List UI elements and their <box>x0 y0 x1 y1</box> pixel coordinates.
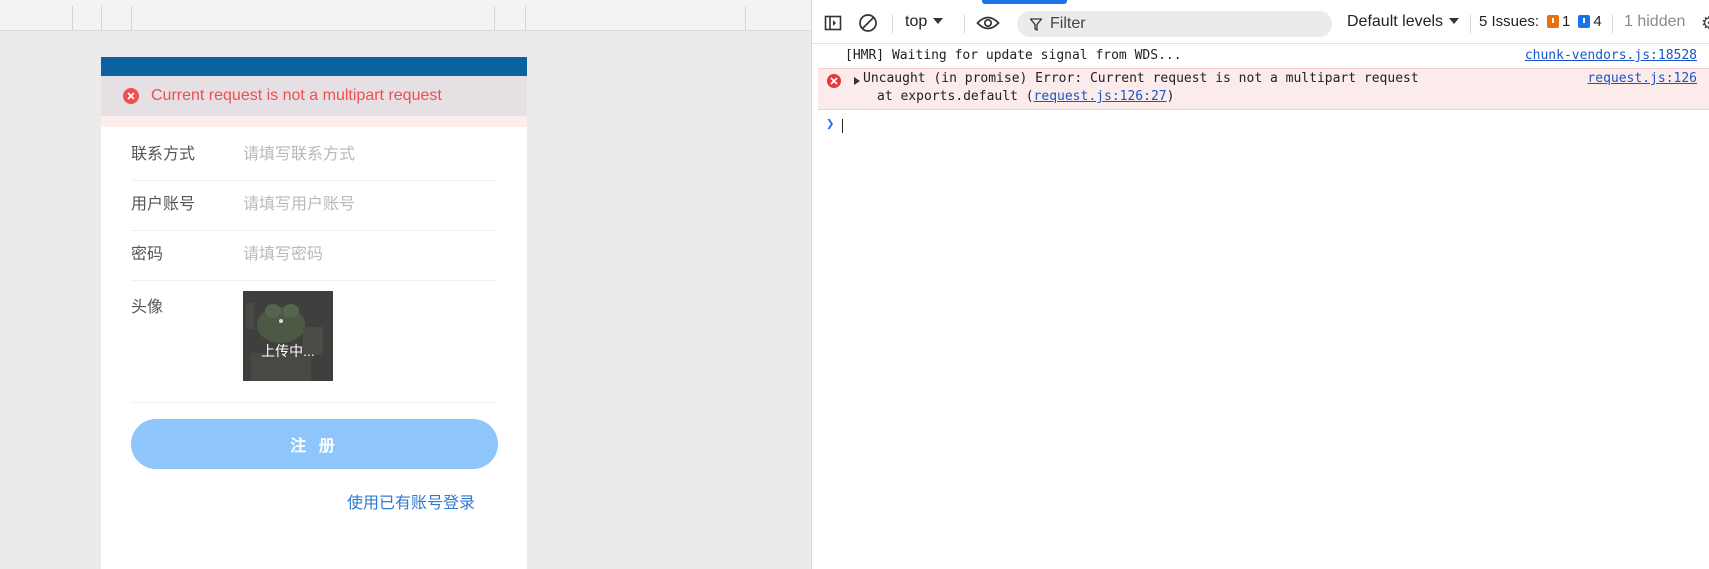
password-row: 密码 <box>131 230 497 281</box>
warning-badge-icon <box>1547 15 1560 28</box>
context-selector[interactable]: top <box>905 13 944 31</box>
contact-label: 联系方式 <box>131 146 196 163</box>
console-error-message: Uncaught (in promise) Error: Current req… <box>818 68 1709 110</box>
device-ruler <box>0 0 811 31</box>
log-source-link[interactable]: chunk-vendors.js:18528 <box>1525 44 1697 68</box>
register-button[interactable]: 注 册 <box>131 419 498 469</box>
console-output: [HMR] Waiting for update signal from WDS… <box>812 44 1709 138</box>
ruler-tick <box>745 6 746 30</box>
sidebar-toggle-icon[interactable] <box>822 12 844 34</box>
ruler-tick <box>131 6 132 30</box>
avatar-label: 头像 <box>131 299 164 316</box>
username-row: 用户账号 <box>131 180 497 231</box>
username-label: 用户账号 <box>131 196 196 213</box>
console-prompt[interactable]: ❯ <box>812 110 1709 138</box>
chevron-down-icon <box>933 18 944 24</box>
error-source-link[interactable]: request.js:126 <box>1587 69 1697 89</box>
ruler-tick <box>72 6 73 30</box>
issues-counter[interactable]: 5 Issues: 1 4 <box>1479 13 1602 30</box>
filter-box[interactable] <box>1017 11 1332 37</box>
chevron-down-icon <box>1449 18 1460 24</box>
eye-icon[interactable] <box>975 12 1001 34</box>
info-badge-icon <box>1578 15 1591 28</box>
issues-warning-count: 1 <box>1562 13 1571 30</box>
error-stack-line: at exports.default (request.js:126:27) <box>877 87 1174 107</box>
toolbar-divider <box>892 15 893 33</box>
register-page: 注册 Current request is not a multipart re… <box>101 57 527 569</box>
console-toolbar: top Default levels 5 Issues: 1 4 1 hidde… <box>812 4 1709 44</box>
avatar-thumbnail-image <box>243 291 333 381</box>
context-value: top <box>905 13 928 30</box>
toolbar-divider <box>964 15 965 33</box>
log-levels-value: Default levels <box>1347 13 1444 30</box>
stack-source-link[interactable]: request.js:126:27 <box>1034 89 1167 104</box>
log-levels-dropdown[interactable]: Default levels <box>1347 13 1460 31</box>
toolbar-divider <box>1612 15 1613 33</box>
prompt-chevron-icon: ❯ <box>826 116 835 132</box>
issues-info-count: 4 <box>1593 13 1602 30</box>
password-input[interactable] <box>243 242 493 268</box>
nav-bar <box>101 57 527 76</box>
issues-label: 5 Issues: <box>1479 13 1540 30</box>
toast-message: Current request is not a multipart reque… <box>151 87 442 104</box>
toolbar-divider <box>1470 15 1471 33</box>
username-input[interactable] <box>243 192 493 218</box>
console-log-message: [HMR] Waiting for update signal from WDS… <box>812 44 1709 68</box>
error-circle-icon <box>827 74 841 88</box>
ruler-tick <box>525 6 526 30</box>
avatar-upload[interactable]: 上传中... <box>243 291 333 381</box>
text-cursor <box>842 119 843 133</box>
error-circle-icon <box>123 88 139 104</box>
filter-input[interactable] <box>1050 15 1320 33</box>
stack-prefix: at exports.default ( <box>877 89 1034 104</box>
ruler-tick <box>101 6 102 30</box>
settings-gear-icon[interactable]: ⚙ <box>1701 13 1709 33</box>
avatar-row: 头像 上传中... <box>131 279 497 403</box>
app-viewport: 注册 Current request is not a multipart re… <box>0 0 811 569</box>
expand-triangle-icon[interactable] <box>854 77 860 85</box>
clear-console-icon[interactable] <box>857 12 879 34</box>
login-link[interactable]: 使用已有账号登录 <box>347 489 475 513</box>
stack-suffix: ) <box>1166 89 1175 104</box>
toast-shadow <box>101 116 527 127</box>
error-text: Uncaught (in promise) Error: Current req… <box>863 71 1419 86</box>
ruler-tick <box>494 6 495 30</box>
error-toast: Current request is not a multipart reque… <box>101 76 527 116</box>
contact-row: 联系方式 <box>131 130 497 181</box>
contact-input[interactable] <box>243 142 493 168</box>
hidden-messages-count[interactable]: 1 hidden <box>1624 13 1685 31</box>
upload-status: 上传中... <box>261 343 315 359</box>
filter-icon <box>1030 17 1042 31</box>
log-text: [HMR] Waiting for update signal from WDS… <box>845 48 1182 63</box>
devtools-panel: top Default levels 5 Issues: 1 4 1 hidde… <box>811 0 1709 569</box>
password-label: 密码 <box>131 246 164 263</box>
